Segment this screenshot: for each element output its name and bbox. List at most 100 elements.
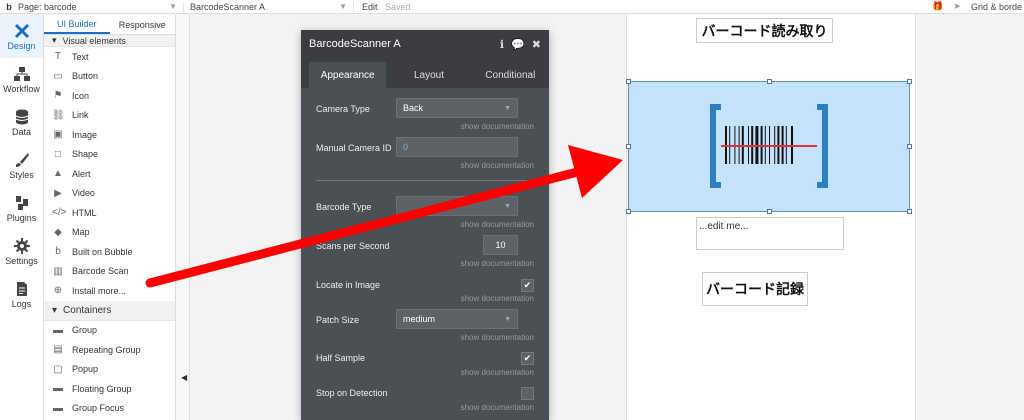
element-selector[interactable]: BarcodeScanner A ▼ [183, 1, 353, 12]
resize-handle[interactable] [767, 79, 772, 84]
workflow-icon [13, 66, 30, 81]
barcode-scanner-element[interactable] [628, 81, 910, 212]
property-editor-header[interactable]: BarcodeScanner A ℹ 💬 ✖ [301, 30, 549, 58]
rail-item-logs[interactable]: Logs [0, 273, 43, 316]
palette-item-alert[interactable]: ▲ Alert [44, 164, 175, 184]
grid-borders-toggle[interactable]: Grid & borde [971, 2, 1022, 12]
rail-item-styles[interactable]: Styles [0, 144, 43, 187]
rail-item-workflow[interactable]: Workflow [0, 58, 43, 101]
barcode-type-dropdown[interactable]: ▼ [396, 196, 518, 216]
input-edit-me[interactable]: ...edit me... [696, 217, 844, 250]
title-barcode-read[interactable]: バーコード読み取り [696, 18, 833, 43]
show-documentation-link[interactable]: show documentation [461, 403, 534, 412]
rail-item-settings[interactable]: Settings [0, 230, 43, 273]
rail-item-design[interactable]: Design [0, 15, 43, 58]
palette-item-popup[interactable]: ▢ Popup [44, 360, 175, 380]
palette-item-button[interactable]: ▭ Button [44, 67, 175, 87]
palette-item-icon: □ [54, 148, 62, 160]
tab-conditional[interactable]: Conditional [472, 62, 549, 88]
show-documentation-link[interactable]: show documentation [461, 333, 534, 342]
manual-camera-input[interactable]: 0 [396, 137, 518, 157]
show-documentation-link[interactable]: show documentation [461, 220, 534, 229]
brush-icon [15, 152, 29, 167]
chevron-down-icon: ▼ [504, 104, 511, 112]
palette-item-label: Group [72, 325, 98, 336]
palette-item-built-on-bubble[interactable]: b Built on Bubble [44, 242, 175, 262]
palette-item-icon: ▭ [53, 70, 63, 82]
palette-item-icon: ⛓ [52, 109, 65, 121]
edit-menu[interactable]: Edit Saved [353, 1, 419, 12]
palette-item-video[interactable]: ▶ Video [44, 184, 175, 204]
palette-item-repeating-group[interactable]: ▤ Repeating Group [44, 340, 175, 360]
comment-icon[interactable]: 💬 [511, 38, 525, 51]
palette-item-install-more[interactable]: ⊕ Install more... [44, 281, 175, 301]
palette-item-barcode-scan[interactable]: ▥ Barcode Scan [44, 262, 175, 282]
gear-icon [13, 237, 30, 254]
palette-item-icon: ⊕ [53, 285, 63, 297]
section-containers[interactable]: ▾ Containers [44, 300, 175, 321]
section-visual-elements[interactable]: ▾ Visual elements [44, 35, 175, 47]
tab-layout[interactable]: Layout [390, 62, 467, 88]
collapse-arrow-icon[interactable]: ◀ [181, 373, 187, 382]
palette-item-label: Map [72, 227, 90, 238]
scans-per-second-input[interactable]: 10 [483, 235, 518, 255]
resize-handle[interactable] [907, 209, 912, 214]
palette-item-label: Button [72, 71, 99, 82]
info-icon[interactable]: ℹ [500, 38, 504, 51]
chevron-down-icon: ▼ [504, 202, 511, 210]
rail-label: Data [11, 126, 31, 137]
palette-item-group-focus[interactable]: ▬ Group Focus [44, 399, 175, 419]
palette-item-group[interactable]: ▬ Group [44, 321, 175, 341]
resize-handle[interactable] [626, 144, 631, 149]
property-editor-title: BarcodeScanner A [309, 38, 401, 50]
palette-item-icon: T [54, 51, 62, 63]
palette-item-label: Image [72, 129, 98, 140]
palette-item-link[interactable]: ⛓ Link [44, 106, 175, 126]
locate-checkbox[interactable]: ✔ [521, 279, 534, 292]
tab-appearance[interactable]: Appearance [309, 62, 387, 88]
half-sample-checkbox[interactable]: ✔ [521, 352, 534, 365]
palette-collapse-strip[interactable]: ◀ [176, 15, 190, 420]
resize-handle[interactable] [626, 209, 631, 214]
design-icon [14, 23, 29, 38]
palette-item-label: Icon [72, 90, 90, 101]
palette-item-label: Video [72, 188, 95, 199]
resize-handle[interactable] [626, 79, 631, 84]
palette-item-label: Floating Group [72, 383, 132, 394]
title-barcode-record[interactable]: バーコード記録 [702, 272, 808, 306]
chevron-down-icon: ▼ [169, 1, 177, 11]
close-icon[interactable]: ✖ [532, 38, 541, 51]
page-selector[interactable]: Page: barcode ▼ [18, 2, 183, 12]
cursor-icon[interactable]: ➤ [953, 1, 961, 12]
show-documentation-link[interactable]: show documentation [461, 161, 534, 170]
tab-responsive[interactable]: Responsive [110, 15, 176, 34]
rail-item-plugins[interactable]: Plugins [0, 187, 43, 230]
edit-label: Edit [362, 1, 378, 12]
palette-item-icon: ▲ [53, 168, 63, 180]
show-documentation-link[interactable]: show documentation [461, 368, 534, 377]
palette-tabs: UI Builder Responsive [44, 15, 175, 35]
palette-item-html[interactable]: </> HTML [44, 203, 175, 223]
resize-handle[interactable] [907, 144, 912, 149]
palette-item-map[interactable]: ◆ Map [44, 223, 175, 243]
palette-item-floating-group[interactable]: ▬ Floating Group [44, 379, 175, 399]
show-documentation-link[interactable]: show documentation [461, 259, 534, 268]
rail-item-data[interactable]: Data [0, 101, 43, 144]
palette-item-icon: </> [52, 207, 67, 219]
patch-size-value: medium [403, 314, 436, 324]
section-label: Containers [63, 304, 112, 316]
tab-ui-builder[interactable]: UI Builder [44, 15, 110, 34]
camera-type-dropdown[interactable]: Back ▼ [396, 98, 518, 118]
resize-handle[interactable] [767, 209, 772, 214]
palette-item-icon[interactable]: ⚑ Icon [44, 86, 175, 106]
resize-handle[interactable] [907, 79, 912, 84]
palette-item-text[interactable]: T Text [44, 47, 175, 67]
gift-icon[interactable]: 🎁 [932, 1, 943, 12]
stop-checkbox[interactable] [521, 387, 534, 400]
palette-item-shape[interactable]: □ Shape [44, 145, 175, 165]
palette-item-image[interactable]: ▣ Image [44, 125, 175, 145]
show-documentation-link[interactable]: show documentation [461, 122, 534, 131]
bubble-logo[interactable]: b [0, 2, 18, 12]
patch-size-dropdown[interactable]: medium ▼ [396, 309, 518, 329]
show-documentation-link[interactable]: show documentation [461, 294, 534, 303]
